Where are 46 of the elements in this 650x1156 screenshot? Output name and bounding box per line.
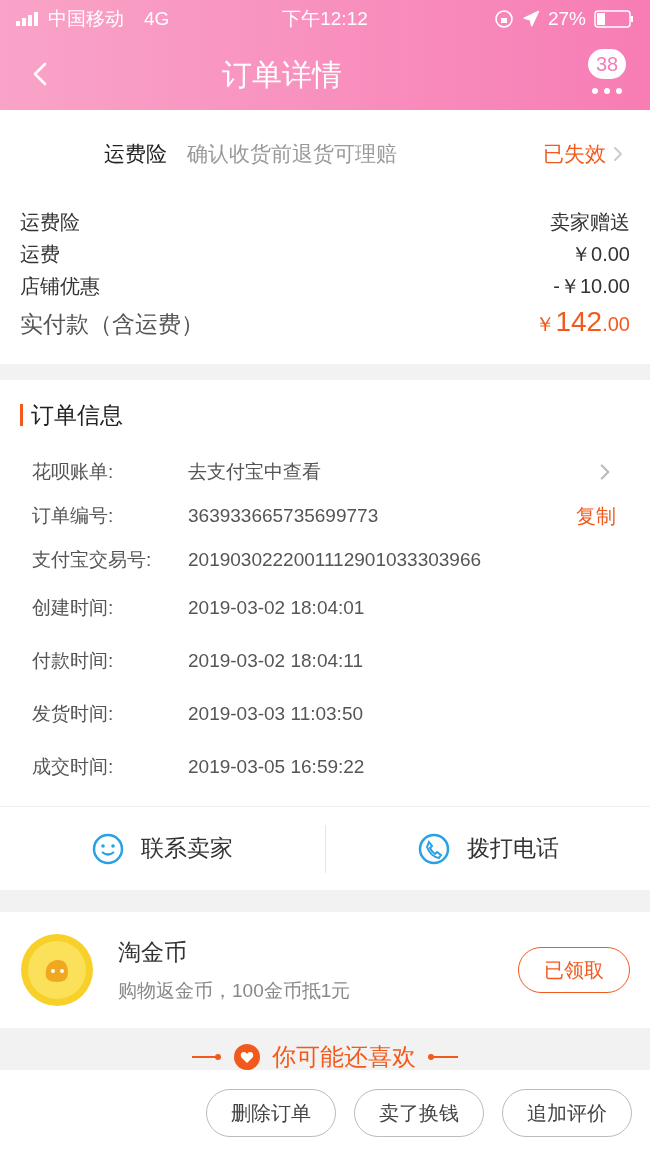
- carrier-name: 中国移动: [48, 6, 124, 31]
- info-value: 363933665735699773: [188, 503, 380, 528]
- dot-line-icon: [428, 1054, 458, 1060]
- battery-percent: 27%: [547, 6, 586, 31]
- phone-icon: [416, 831, 451, 866]
- info-value: 2019030222001112901033303966: [188, 547, 483, 572]
- insurance-label: 运费险: [104, 141, 167, 168]
- info-value: 2019-03-03 11:03:50: [188, 702, 365, 727]
- info-label: 发货时间:: [32, 702, 115, 727]
- smiley-bubble-icon: [91, 831, 126, 866]
- more-icon[interactable]: [590, 87, 624, 95]
- info-label: 付款时间:: [32, 649, 115, 674]
- info-value: 2019-03-02 18:04:01: [188, 596, 366, 621]
- coin-icon: [20, 933, 94, 1007]
- price-label: 运费: [20, 242, 60, 267]
- coin-title: 淘金币: [118, 937, 188, 967]
- info-label: 创建时间:: [32, 596, 115, 621]
- info-label: 花呗账单:: [32, 459, 115, 484]
- total-amount: ￥142.00: [535, 305, 630, 339]
- call-button[interactable]: 拨打电话: [466, 831, 559, 866]
- insurance-description: 确认收货前退货可理赔: [187, 141, 398, 168]
- status-time: 下午12:12: [281, 6, 369, 31]
- network-type: 4G: [144, 6, 170, 31]
- battery-icon: [594, 10, 634, 28]
- coin-description: 购物返金币，100金币抵1元: [118, 979, 352, 1003]
- info-value: 去支付宝中查看: [188, 459, 322, 484]
- page-title: 订单详情: [221, 56, 343, 93]
- contact-seller-button[interactable]: 联系卖家: [141, 831, 234, 866]
- rotation-lock-icon: [493, 9, 514, 29]
- section-title: 订单信息: [31, 400, 123, 430]
- signal-icon: [16, 12, 40, 26]
- line-dot-icon: [192, 1054, 222, 1060]
- price-value: ￥0.00: [571, 242, 630, 267]
- price-label: 店铺优惠: [20, 274, 100, 299]
- info-value: 2019-03-05 16:59:22: [188, 755, 366, 780]
- message-count-badge: 38: [587, 49, 627, 79]
- info-label: 支付宝交易号:: [32, 547, 153, 572]
- location-arrow-icon: [521, 10, 540, 28]
- price-value: 卖家赠送: [550, 210, 630, 235]
- info-label: 成交时间:: [32, 755, 115, 780]
- price-value: -￥10.00: [553, 274, 630, 299]
- recommend-title: 你可能还喜欢: [272, 1044, 416, 1070]
- price-label: 运费险: [20, 210, 80, 235]
- info-label: 订单编号:: [32, 503, 115, 528]
- total-label: 实付款（含运费）: [20, 310, 204, 339]
- info-value: 2019-03-02 18:04:11: [188, 649, 365, 674]
